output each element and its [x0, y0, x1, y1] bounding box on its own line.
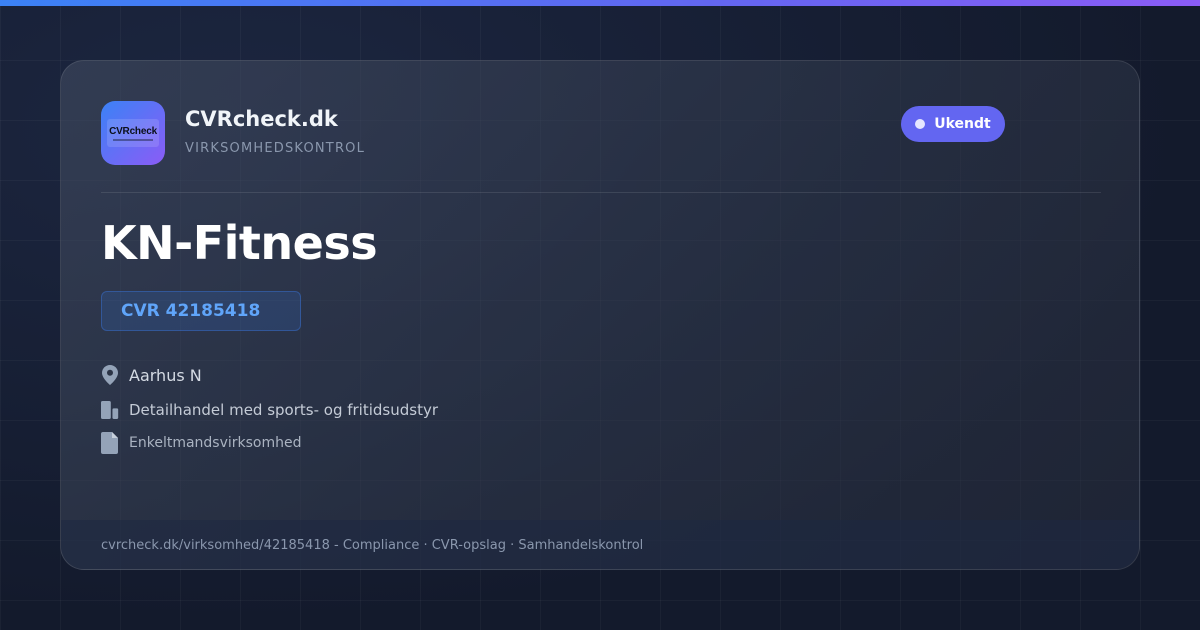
building-icon	[101, 399, 119, 421]
header-divider	[101, 192, 1101, 193]
company-card: CVRcheck CVRcheck.dk VIRKSOMHEDSKONTROL …	[60, 60, 1140, 570]
top-accent-bar	[0, 0, 1200, 6]
footer-text: cvrcheck.dk/virksomhed/42185418 - Compli…	[101, 538, 644, 553]
company-industry: Detailhandel med sports- og fritidsudsty…	[129, 401, 439, 419]
company-legal-form: Enkeltmandsvirksomhed	[129, 435, 302, 451]
cvr-badge: CVR 42185418	[101, 291, 301, 331]
brand-tagline: VIRKSOMHEDSKONTROL	[185, 141, 366, 156]
info-row-industry: Detailhandel med sports- og fritidsudsty…	[101, 399, 438, 421]
brand-logo: CVRcheck	[101, 101, 165, 165]
brand-name: CVRcheck.dk	[185, 107, 338, 131]
share-card-page: CVRcheck CVRcheck.dk VIRKSOMHEDSKONTROL …	[0, 0, 1200, 630]
brand-logo-mark: CVRcheck	[107, 119, 159, 147]
brand-logo-underline	[113, 138, 153, 141]
document-icon	[101, 432, 119, 454]
company-city: Aarhus N	[129, 365, 202, 385]
company-name: KN-Fitness	[101, 216, 378, 270]
location-pin-icon	[101, 364, 119, 386]
status-badge: Ukendt	[901, 106, 1005, 142]
status-label: Ukendt	[934, 116, 991, 132]
status-dot-icon	[915, 119, 926, 129]
card-footer: cvrcheck.dk/virksomhed/42185418 - Compli…	[61, 520, 1139, 569]
brand-logo-text: CVRcheck	[109, 125, 157, 137]
info-row-city: Aarhus N	[101, 364, 202, 386]
info-row-legal-form: Enkeltmandsvirksomhed	[101, 432, 302, 454]
